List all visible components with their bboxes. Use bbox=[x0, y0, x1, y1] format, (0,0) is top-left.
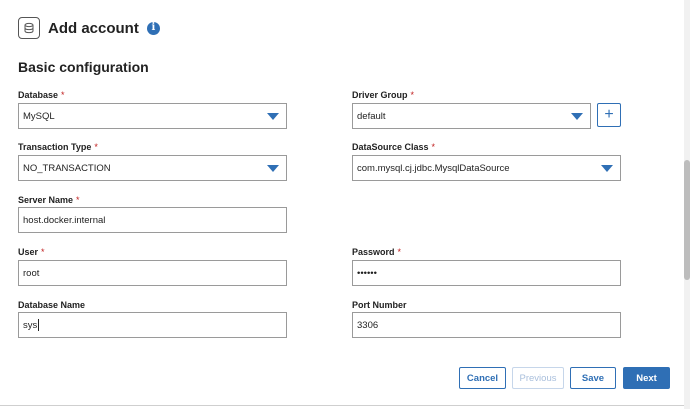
required-mark: * bbox=[431, 142, 436, 152]
next-button[interactable]: Next bbox=[623, 367, 670, 389]
database-select[interactable]: MySQL bbox=[18, 103, 287, 129]
driver-group-select[interactable]: default bbox=[352, 103, 591, 129]
cancel-button[interactable]: Cancel bbox=[459, 367, 506, 389]
database-name-field[interactable]: sys bbox=[18, 312, 287, 338]
required-mark: * bbox=[76, 195, 80, 205]
transaction-type-label: Transaction Type * bbox=[18, 142, 98, 152]
page-header: Add account i bbox=[18, 15, 160, 41]
password-label: Password * bbox=[352, 247, 402, 257]
required-mark: * bbox=[94, 142, 98, 152]
server-name-input[interactable] bbox=[23, 214, 286, 226]
user-input[interactable] bbox=[23, 267, 286, 279]
page-title: Add account bbox=[48, 19, 139, 37]
required-mark: * bbox=[61, 90, 65, 100]
plus-icon: + bbox=[604, 106, 614, 123]
datasource-class-label: DataSource Class * bbox=[352, 142, 436, 152]
database-name-value: sys bbox=[23, 319, 38, 331]
text-cursor bbox=[38, 319, 40, 331]
previous-button[interactable]: Previous bbox=[512, 367, 564, 389]
required-mark: * bbox=[410, 90, 415, 100]
database-label: Database * bbox=[18, 90, 65, 100]
password-field[interactable]: •••••• bbox=[352, 260, 621, 286]
caret-down-icon bbox=[601, 165, 613, 172]
section-title: Basic configuration bbox=[18, 59, 149, 75]
save-button[interactable]: Save bbox=[570, 367, 616, 389]
bottom-divider bbox=[0, 405, 684, 406]
datasource-class-select-value: com.mysql.cj.jdbc.MysqlDataSource bbox=[357, 162, 510, 174]
port-number-field[interactable] bbox=[352, 312, 621, 338]
database-logo-icon bbox=[18, 17, 40, 39]
server-name-label: Server Name * bbox=[18, 195, 80, 205]
server-name-field[interactable] bbox=[18, 207, 287, 233]
port-number-label: Port Number bbox=[352, 300, 407, 310]
user-field[interactable] bbox=[18, 260, 287, 286]
password-masked-value: •••••• bbox=[357, 267, 377, 279]
database-select-value: MySQL bbox=[23, 110, 55, 122]
transaction-type-select-value: NO_TRANSACTION bbox=[23, 162, 111, 174]
required-mark: * bbox=[41, 247, 45, 257]
info-icon[interactable]: i bbox=[146, 21, 160, 35]
database-name-label: Database Name bbox=[18, 300, 86, 310]
caret-down-icon bbox=[267, 113, 279, 120]
transaction-type-select[interactable]: NO_TRANSACTION bbox=[18, 155, 287, 181]
caret-down-icon bbox=[571, 113, 583, 120]
add-driver-group-button[interactable]: + bbox=[597, 103, 621, 127]
vertical-scrollbar[interactable] bbox=[684, 0, 690, 409]
required-mark: * bbox=[397, 247, 402, 257]
port-number-input[interactable] bbox=[357, 319, 620, 331]
datasource-class-select[interactable]: com.mysql.cj.jdbc.MysqlDataSource bbox=[352, 155, 621, 181]
scrollbar-thumb[interactable] bbox=[684, 160, 690, 280]
driver-group-select-value: default bbox=[357, 110, 386, 122]
user-label: User * bbox=[18, 247, 45, 257]
driver-group-label: Driver Group * bbox=[352, 90, 415, 100]
caret-down-icon bbox=[267, 165, 279, 172]
